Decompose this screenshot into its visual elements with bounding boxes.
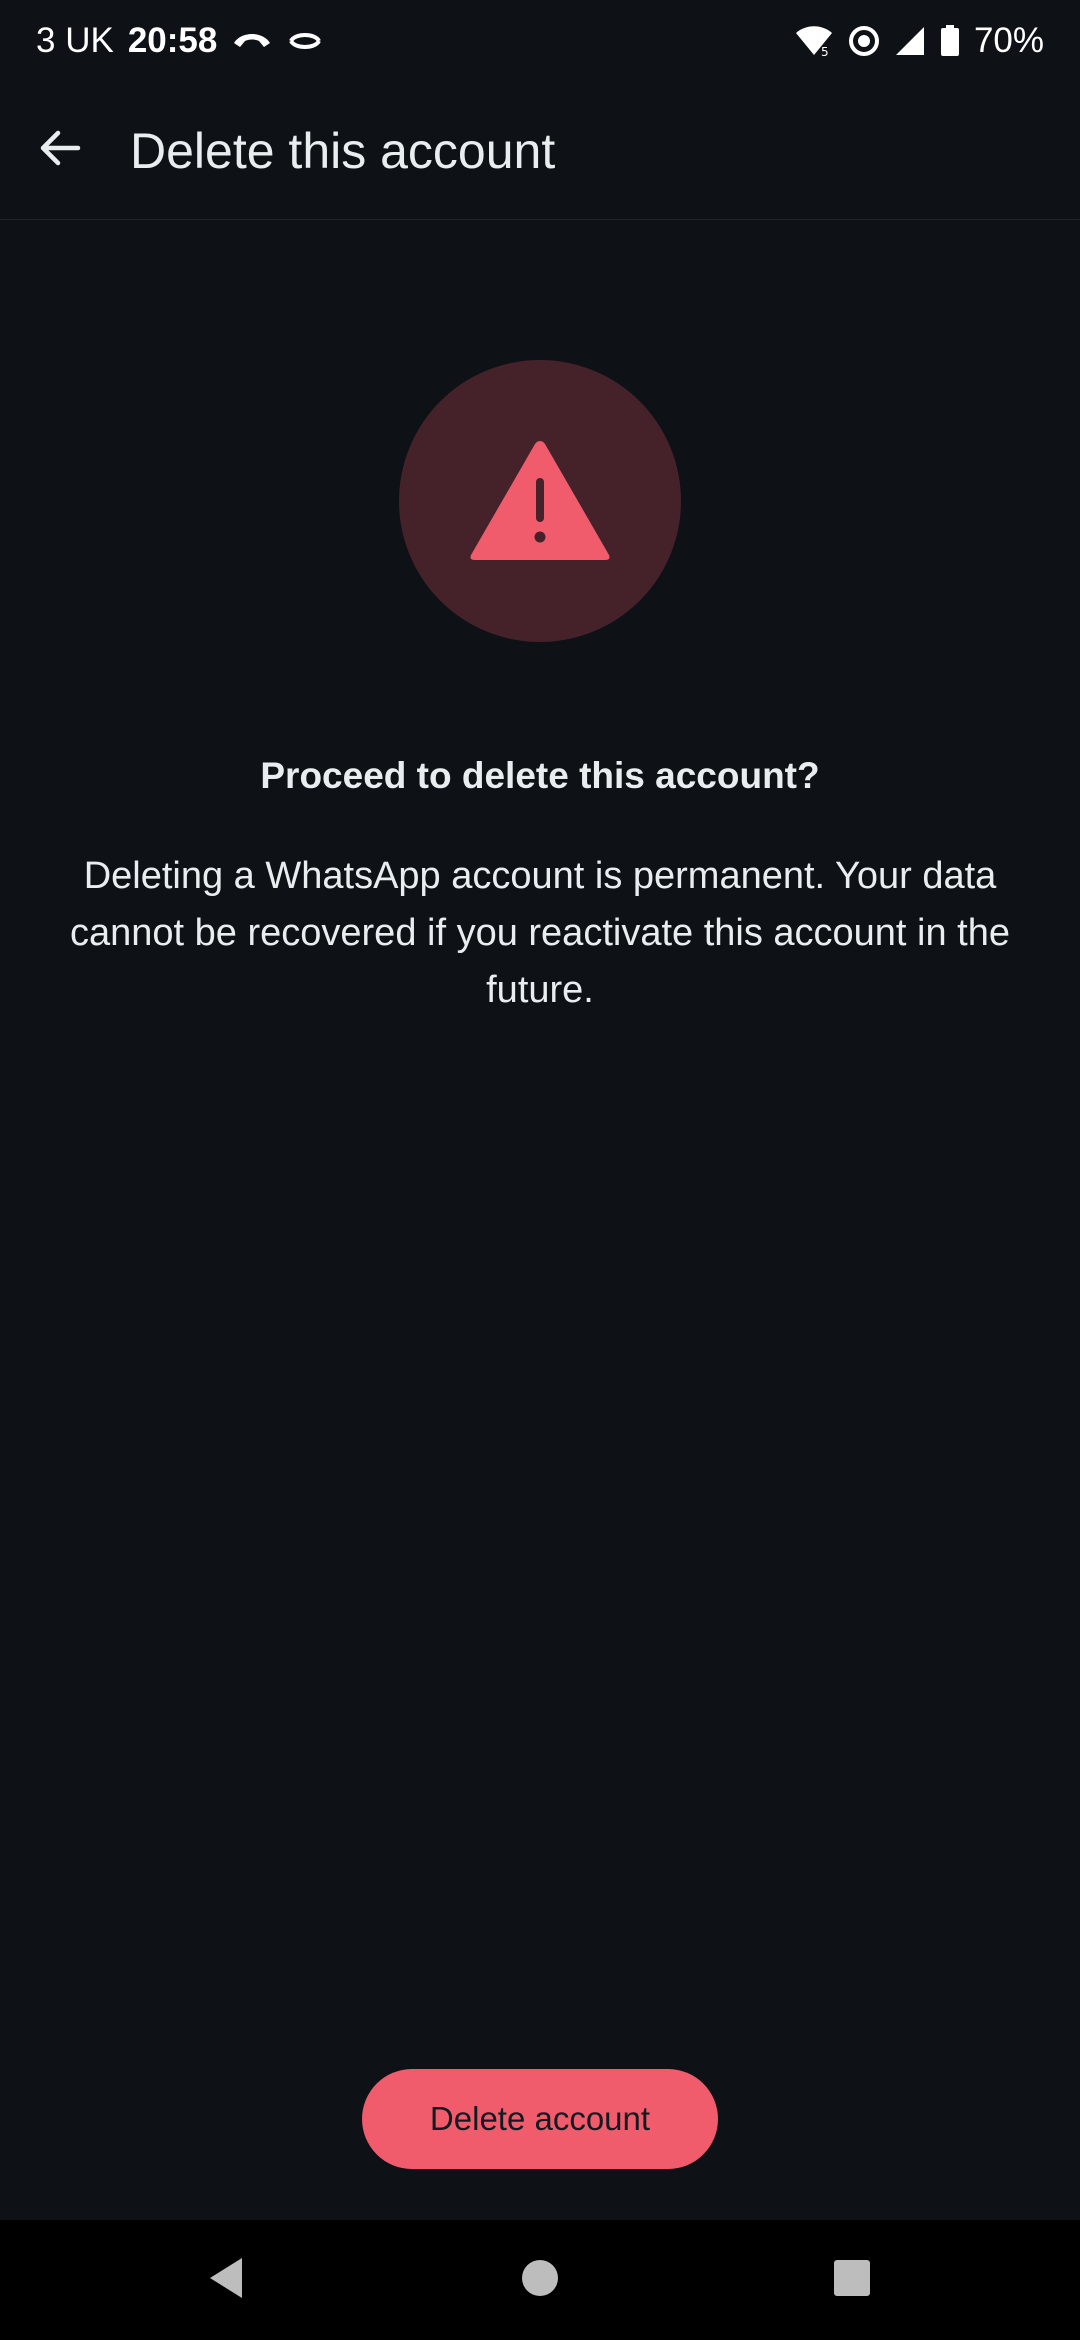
arrow-back-icon — [36, 124, 84, 177]
status-right: 5 70% — [794, 21, 1044, 61]
back-button[interactable] — [0, 91, 120, 211]
wifi-icon: 5 — [794, 25, 834, 57]
nav-recents-icon — [832, 2258, 872, 2303]
nav-home-icon — [520, 2258, 560, 2303]
system-nav-bar — [0, 2220, 1080, 2340]
battery-icon — [940, 25, 960, 57]
battery-percent: 70% — [973, 21, 1044, 60]
call-icon — [231, 29, 273, 53]
page-title: Delete this account — [130, 122, 556, 179]
status-left: 3 UK 20:58 — [36, 21, 323, 61]
app-bar: Delete this account — [0, 82, 1080, 220]
confirmation-heading: Proceed to delete this account? — [260, 755, 820, 796]
nav-home-button[interactable] — [480, 2220, 600, 2340]
nav-back-button[interactable] — [166, 2220, 286, 2340]
warning-message: Deleting a WhatsApp account is permanent… — [70, 855, 1010, 1011]
nav-recents-button[interactable] — [792, 2220, 912, 2340]
warning-icon — [465, 433, 615, 570]
signal-icon — [894, 25, 926, 57]
status-time: 20:58 — [127, 21, 218, 60]
data-saver-icon — [848, 25, 880, 57]
carrier-label: 3 UK — [36, 21, 114, 60]
nav-back-icon — [206, 2256, 246, 2305]
delete-account-button[interactable]: Delete account — [362, 2069, 718, 2169]
hotspot-icon — [287, 29, 323, 53]
status-bar: 3 UK 20:58 5 70% — [0, 0, 1080, 82]
svg-text:5: 5 — [821, 45, 829, 57]
warning-illustration — [399, 360, 681, 642]
